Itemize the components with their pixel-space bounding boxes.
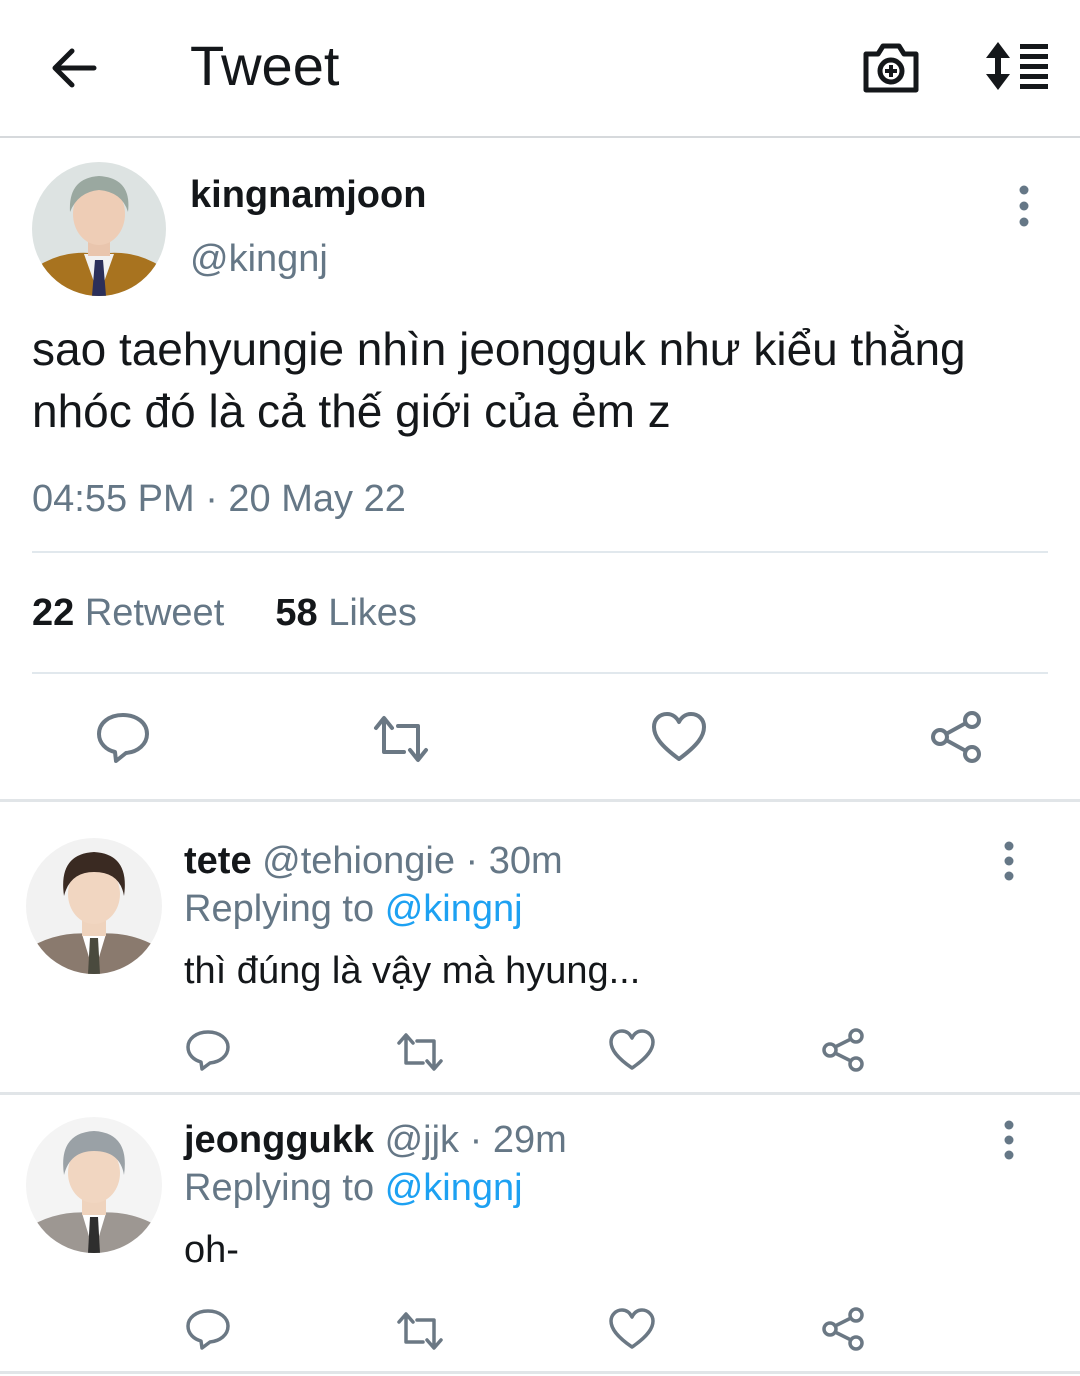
replying-to: Replying to @kingnj — [184, 1165, 523, 1211]
more-vertical-icon — [1019, 185, 1029, 227]
arrow-left-icon — [52, 48, 97, 88]
heart-icon — [652, 712, 706, 761]
reply-avatar[interactable] — [26, 838, 162, 974]
comment-icon — [97, 713, 149, 763]
tweet-timestamp: 04:55 PM · 20 May 22 — [32, 478, 406, 520]
share-button[interactable] — [820, 1307, 868, 1351]
reply-avatar[interactable] — [26, 1117, 162, 1253]
sort-button[interactable] — [982, 38, 1052, 94]
replying-to-label: Replying to — [184, 888, 375, 930]
reply-text: oh- — [184, 1229, 239, 1271]
like-button[interactable] — [650, 710, 708, 764]
reply-time: · 29m — [469, 1119, 567, 1161]
divider — [32, 672, 1048, 674]
share-icon — [822, 1307, 864, 1351]
reply-button[interactable] — [184, 1307, 232, 1351]
retweet-button[interactable] — [396, 1030, 444, 1074]
top-app-bar: Tweet — [0, 0, 1080, 138]
share-icon — [822, 1028, 864, 1072]
share-button[interactable] — [820, 1028, 868, 1072]
more-options-button[interactable] — [989, 1117, 1029, 1163]
like-button[interactable] — [608, 1028, 656, 1072]
camera-add-icon — [863, 43, 919, 93]
author-name[interactable]: kingnamjoon — [190, 172, 426, 218]
heart-icon — [609, 1308, 655, 1349]
divider — [0, 799, 1080, 802]
like-button[interactable] — [608, 1307, 656, 1351]
reply-header: jeonggukk @jjk · 29m — [184, 1117, 567, 1163]
retweet-icon — [397, 1033, 443, 1071]
retweet-button[interactable] — [372, 712, 430, 766]
avatar[interactable] — [32, 162, 166, 296]
sort-icon — [986, 42, 1048, 90]
more-options-button[interactable] — [1004, 182, 1044, 230]
retweet-count: 22 — [32, 592, 75, 634]
reply-author-handle[interactable]: @tehiongie — [262, 840, 455, 882]
author-handle[interactable]: @kingnj — [190, 236, 328, 282]
divider — [32, 551, 1048, 553]
share-icon — [931, 711, 981, 763]
likes-label: Likes — [328, 592, 417, 634]
tweet-text: sao taehyungie nhìn jeongguk như kiểu th… — [32, 323, 966, 437]
retweet-icon — [397, 1312, 443, 1350]
likes-count: 58 — [275, 592, 318, 634]
reply-header: tete @tehiongie · 30m — [184, 838, 563, 884]
reply-text: thì đúng là vậy mà hyung... — [184, 950, 641, 992]
replying-to-label: Replying to — [184, 1167, 375, 1209]
reply-time: · 30m — [465, 840, 563, 882]
page-title: Tweet — [190, 34, 340, 97]
retweet-stat[interactable]: 22 Retweet — [32, 592, 224, 634]
share-button[interactable] — [928, 710, 986, 764]
retweet-button[interactable] — [396, 1309, 444, 1353]
replying-to-link[interactable]: @kingnj — [385, 1167, 523, 1209]
replying-to: Replying to @kingnj — [184, 886, 523, 932]
camera-button[interactable] — [860, 38, 922, 96]
more-vertical-icon — [1004, 841, 1014, 881]
tweet-stats: 22 Retweet 58 Likes — [32, 590, 417, 636]
reply-author-name[interactable]: jeonggukk — [184, 1119, 374, 1161]
retweet-label: Retweet — [84, 592, 225, 634]
comment-icon — [186, 1309, 230, 1350]
retweet-icon — [374, 716, 428, 762]
more-vertical-icon — [1004, 1120, 1014, 1160]
likes-stat[interactable]: 58 Likes — [275, 592, 417, 634]
more-options-button[interactable] — [989, 838, 1029, 884]
reply-author-handle[interactable]: @jjk — [385, 1119, 459, 1161]
reply-author-name[interactable]: tete — [184, 840, 252, 882]
comment-icon — [186, 1030, 230, 1071]
replying-to-link[interactable]: @kingnj — [385, 888, 523, 930]
back-button[interactable] — [46, 40, 102, 96]
divider — [0, 1092, 1080, 1095]
reply-button[interactable] — [184, 1028, 232, 1072]
heart-icon — [609, 1029, 655, 1070]
divider — [0, 1371, 1080, 1374]
reply-button[interactable] — [94, 710, 152, 764]
